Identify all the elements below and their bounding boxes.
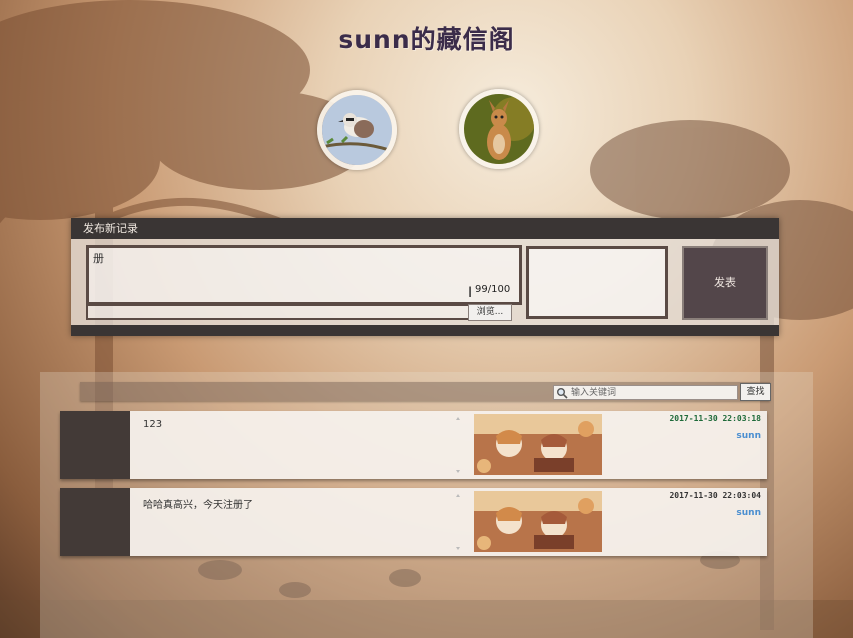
post-textarea[interactable]: 册 — [86, 245, 522, 305]
browse-button[interactable]: 浏览... — [468, 304, 512, 321]
anime-illustration-icon — [474, 414, 602, 475]
anime-illustration-icon — [474, 491, 602, 552]
record-image[interactable] — [474, 491, 602, 552]
publish-header: 发布新记录 — [71, 218, 779, 239]
char-count: 99/100 — [475, 284, 511, 295]
record-item: 123 2017-11-30 22:03:18 sunn — [60, 411, 767, 479]
record-item: 哈哈真高兴，今天注册了 2017-11-30 22:03:04 sunn — [60, 488, 767, 556]
record-sidebar — [60, 411, 130, 479]
search-input[interactable] — [568, 386, 737, 399]
avatar-kangaroo[interactable] — [459, 89, 539, 169]
bird-icon — [322, 95, 392, 165]
record-date: 2017-11-30 22:03:18 — [669, 414, 761, 423]
search-button[interactable]: 查找 — [740, 383, 771, 401]
record-user-link[interactable]: sunn — [736, 431, 761, 441]
search-box[interactable] — [553, 385, 738, 400]
site-title: sunn的藏信阁 — [338, 25, 515, 54]
submit-button[interactable]: 发表 — [682, 246, 768, 320]
kangaroo-icon — [464, 94, 534, 164]
record-scrollbar[interactable] — [456, 417, 461, 473]
search-icon — [557, 387, 568, 399]
record-sidebar — [60, 488, 130, 556]
file-path-input[interactable] — [86, 304, 470, 320]
avatar-bird[interactable] — [317, 90, 397, 170]
publish-footer — [71, 325, 779, 336]
record-text: 哈哈真高兴，今天注册了 — [143, 500, 253, 511]
record-user-link[interactable]: sunn — [736, 508, 761, 518]
image-preview — [526, 246, 668, 319]
text-cursor-icon: I — [468, 285, 473, 301]
record-image[interactable] — [474, 414, 602, 475]
record-scrollbar[interactable] — [456, 494, 461, 550]
record-date: 2017-11-30 22:03:04 — [669, 491, 761, 500]
record-text: 123 — [143, 419, 163, 430]
publish-panel: 发布新记录 册 I 99/100 浏览... 发表 — [71, 218, 779, 336]
